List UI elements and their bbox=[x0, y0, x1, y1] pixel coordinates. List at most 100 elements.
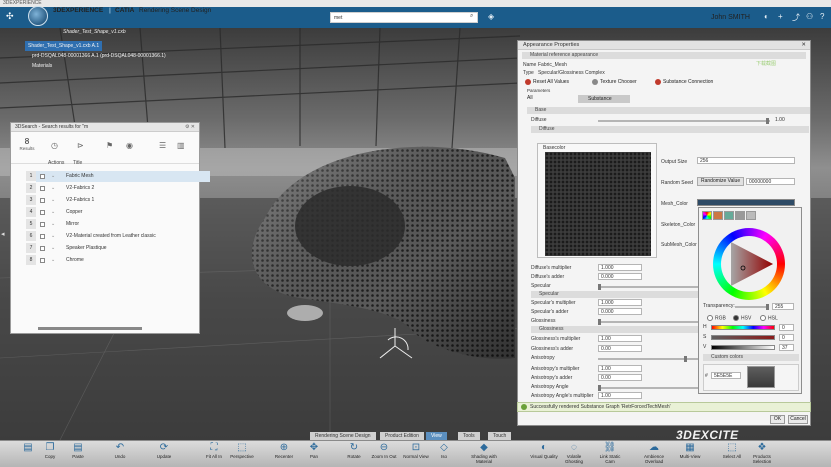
s-input[interactable]: 0 bbox=[779, 334, 794, 341]
table-row[interactable]: 2 ⌄ V2-Fabrics 2 bbox=[26, 183, 210, 194]
chevron-down-icon[interactable]: ⌄ bbox=[51, 219, 55, 230]
specular-slider[interactable] bbox=[598, 284, 698, 290]
section-diffuse[interactable]: Diffuse bbox=[531, 126, 809, 133]
tool-visual-quality[interactable]: ◐ Visual Quality bbox=[530, 442, 558, 467]
row-checkbox[interactable] bbox=[40, 186, 45, 191]
output-size-select[interactable]: 256 bbox=[697, 157, 795, 164]
workbench-tab[interactable]: Tools bbox=[458, 432, 480, 440]
search-icon[interactable]: ⌕ bbox=[470, 13, 473, 20]
expand-arrow-icon[interactable]: ◂ bbox=[1, 230, 5, 238]
row-checkbox[interactable] bbox=[40, 210, 45, 215]
tool-products[interactable]: ❖ Products Selection bbox=[748, 442, 776, 467]
slider-knob[interactable] bbox=[766, 118, 769, 124]
slider-knob[interactable] bbox=[598, 319, 601, 325]
section-specular[interactable]: Specular bbox=[531, 291, 698, 298]
tool-update[interactable]: ⟳ Update bbox=[150, 442, 178, 467]
section-glossiness[interactable]: Glossiness bbox=[531, 326, 698, 333]
workbench-tab[interactable]: Rendering Scene Design bbox=[310, 432, 376, 440]
history-icon[interactable]: ◷ bbox=[51, 141, 58, 150]
workbench-tab[interactable]: View bbox=[426, 432, 447, 440]
tool-ghosting[interactable]: ◌ Volatile Ghosting bbox=[560, 442, 588, 467]
tool-link-cam[interactable]: ⛓ Link Static Cam bbox=[596, 442, 624, 467]
reset-all-values-button[interactable]: Reset All Values bbox=[525, 77, 569, 87]
avatar[interactable]: ◐ bbox=[764, 12, 769, 21]
transparency-slider[interactable] bbox=[735, 304, 769, 310]
chevron-down-icon[interactable]: ⌄ bbox=[51, 195, 55, 206]
tree-item-product[interactable]: prd-DSQAL048-00001366 A.1 (prd-DSQAL048-… bbox=[10, 51, 166, 61]
swatches-tab-icon[interactable] bbox=[724, 211, 734, 220]
slider-knob[interactable] bbox=[766, 304, 769, 310]
tool-recenter[interactable]: ⊕ Recenter bbox=[270, 442, 298, 467]
chevron-down-icon[interactable]: ⌄ bbox=[51, 255, 55, 266]
tab-substance[interactable]: Substance bbox=[578, 95, 630, 103]
tool-ambience[interactable]: ☁ Ambience Overload bbox=[640, 442, 668, 467]
document-tab[interactable]: Shader_Test_Shape_v1.cxb bbox=[63, 29, 126, 35]
anisotropy-angle-slider[interactable] bbox=[598, 385, 698, 391]
diffuse-adder-input[interactable]: 0.000 bbox=[598, 273, 642, 280]
slider-knob[interactable] bbox=[598, 284, 601, 290]
table-row[interactable]: 6 ⌄ V2-Material created from Leather class… bbox=[26, 231, 210, 242]
tool-iso[interactable]: ◇ Iso bbox=[430, 442, 458, 467]
section-base[interactable]: Base bbox=[527, 107, 810, 114]
saturation-bar[interactable] bbox=[711, 335, 775, 340]
specular-multiplier-input[interactable]: 1.000 bbox=[598, 299, 642, 306]
table-row[interactable]: 5 ⌄ Mirror bbox=[26, 219, 210, 230]
chevron-down-icon[interactable]: ⌄ bbox=[51, 207, 55, 218]
hue-bar[interactable] bbox=[711, 325, 775, 330]
table-row[interactable]: 8 ⌄ Chrome bbox=[26, 255, 210, 266]
tool-copy[interactable]: ❐ Copy bbox=[36, 442, 64, 467]
tool-rotate[interactable]: ↻ Rotate bbox=[340, 442, 368, 467]
mode-rgb-radio[interactable]: RGB bbox=[707, 315, 726, 321]
tree-root[interactable]: Shader_Test_Shape_v1.cxb A.1 bbox=[25, 41, 103, 51]
compass-icon[interactable] bbox=[28, 6, 48, 26]
table-row[interactable]: 4 ⌄ Copper bbox=[26, 207, 210, 218]
tool-normal-view[interactable]: ⊡ Normal View bbox=[402, 442, 430, 467]
glossiness-slider[interactable] bbox=[598, 319, 698, 325]
hex-input[interactable]: 5E5E5E bbox=[711, 372, 741, 379]
table-row[interactable]: 3 ⌄ V2-Fabrics 1 bbox=[26, 195, 210, 206]
mode-hsv-radio[interactable]: HSV bbox=[733, 315, 751, 321]
table-row[interactable]: 7 ⌄ Speaker Plastique bbox=[26, 243, 210, 254]
substance-connection-button[interactable]: Substance Connection bbox=[655, 77, 713, 87]
workbench-tab[interactable]: Touch bbox=[488, 432, 512, 440]
chevron-down-icon[interactable]: ⌄ bbox=[51, 171, 55, 182]
share-icon[interactable]: ⤴ bbox=[792, 12, 800, 23]
mode-hsl-radio[interactable]: HSL bbox=[760, 315, 778, 321]
row-checkbox[interactable] bbox=[40, 222, 45, 227]
row-checkbox[interactable] bbox=[40, 246, 45, 251]
anisotropy-multiplier-input[interactable]: 1.00 bbox=[598, 365, 642, 372]
tool-shading[interactable]: ◆ Shading with Material bbox=[470, 442, 498, 467]
tool-paste[interactable]: ▤ Paste bbox=[64, 442, 92, 467]
table-row[interactable]: 1 ⌄ Fabric Mesh bbox=[26, 171, 210, 182]
gradient-tab-icon[interactable] bbox=[735, 211, 745, 220]
glossiness-adder-input[interactable]: 0.00 bbox=[598, 345, 642, 352]
row-checkbox[interactable] bbox=[40, 258, 45, 263]
panel-window-controls[interactable]: ⚙ ✕ bbox=[185, 123, 195, 132]
glossiness-multiplier-input[interactable]: 1.00 bbox=[598, 335, 642, 342]
tool-undo[interactable]: ↶ Undo bbox=[106, 442, 134, 467]
anisotropy-slider[interactable] bbox=[598, 356, 698, 362]
hue-wheel[interactable] bbox=[713, 228, 785, 300]
user-name[interactable]: John SMITH bbox=[711, 7, 750, 28]
tool-multi-view[interactable]: ▦ Multi-View bbox=[676, 442, 704, 467]
eyedropper-tab-icon[interactable] bbox=[746, 211, 756, 220]
add-icon[interactable]: + bbox=[778, 12, 783, 21]
chevron-down-icon[interactable]: ⌄ bbox=[51, 231, 55, 242]
randomize-value-button[interactable]: Randomize Value bbox=[697, 177, 745, 186]
mesh-color-swatch[interactable] bbox=[697, 199, 795, 206]
color-wheel-tab-icon[interactable] bbox=[702, 211, 712, 220]
transparency-input[interactable]: 255 bbox=[772, 303, 794, 310]
random-seed-input[interactable]: 00000000 bbox=[746, 178, 795, 185]
anisotropy-adder-input[interactable]: 0.00 bbox=[598, 374, 642, 381]
value-bar[interactable] bbox=[711, 345, 775, 350]
flag-icon[interactable]: ⚑ bbox=[106, 141, 113, 150]
chevron-down-icon[interactable]: ⌄ bbox=[51, 183, 55, 194]
tab-all[interactable]: All bbox=[527, 95, 533, 101]
search-input[interactable] bbox=[330, 12, 478, 23]
tag-filter-icon[interactable]: ⊳ bbox=[77, 141, 84, 150]
diffuse-slider[interactable] bbox=[598, 118, 770, 124]
custom-colors-section[interactable]: Custom colors bbox=[703, 354, 799, 361]
anisotropy-angle-multiplier-input[interactable]: 1.00 bbox=[598, 392, 642, 399]
tool-select-all[interactable]: ⬚ Select All bbox=[718, 442, 746, 467]
row-checkbox[interactable] bbox=[40, 174, 45, 179]
